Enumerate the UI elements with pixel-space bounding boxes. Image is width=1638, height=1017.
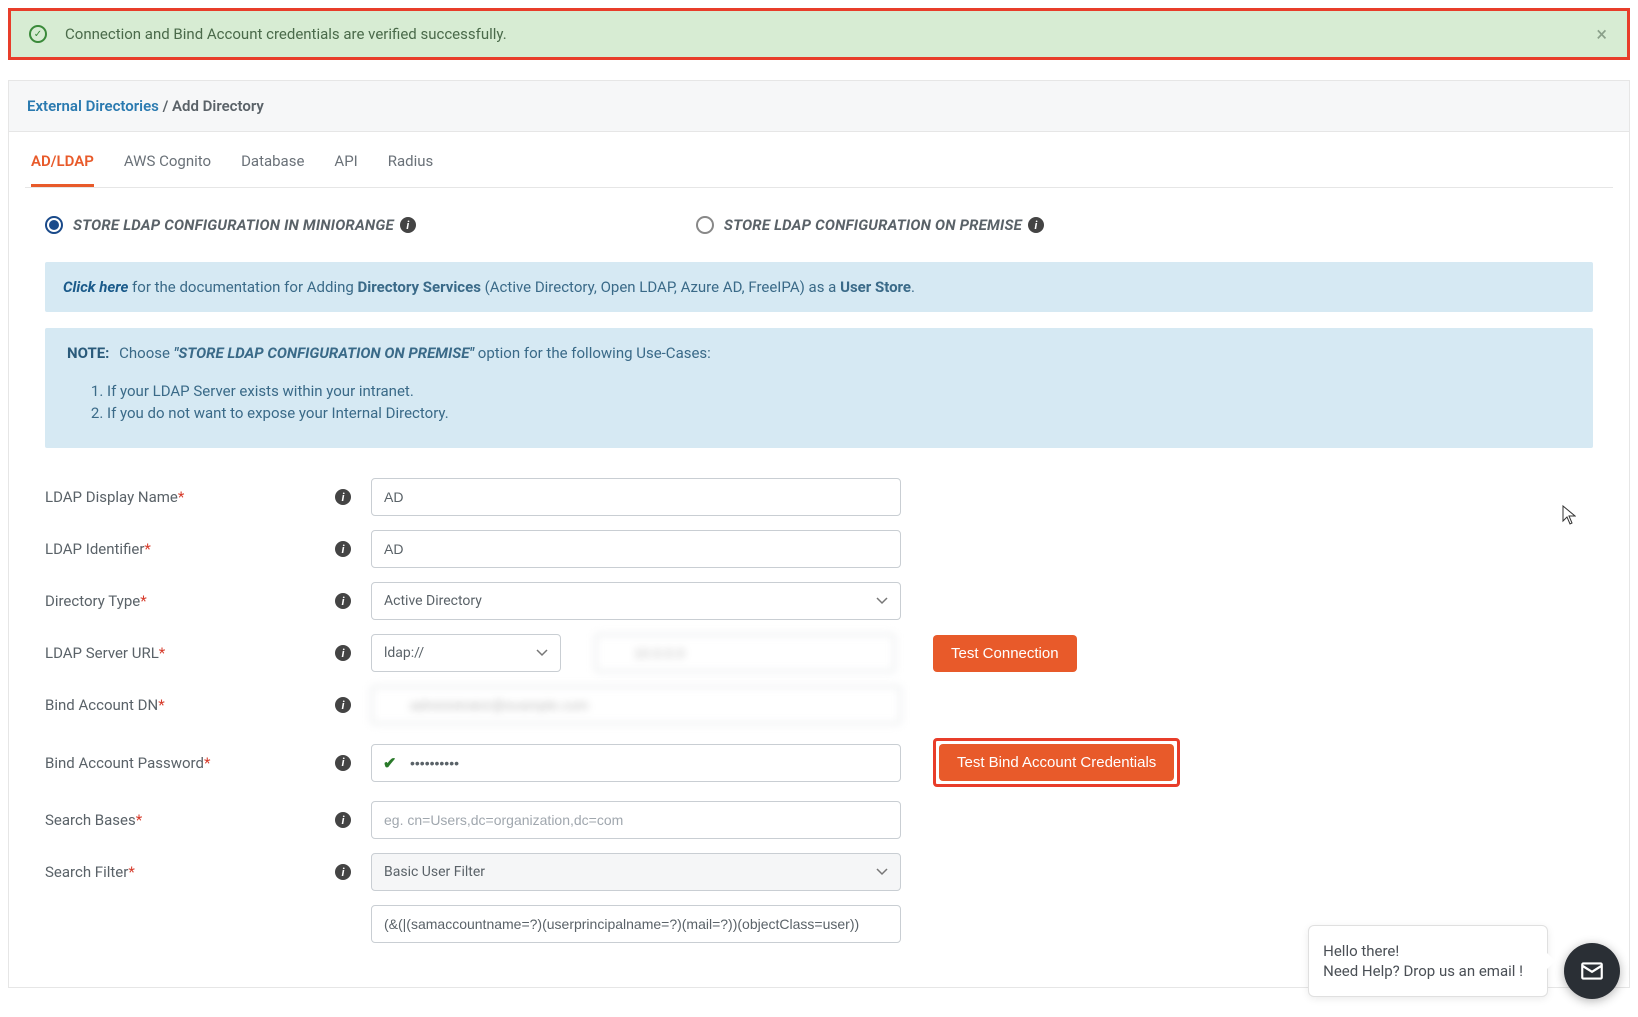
highlight-box: Test Bind Account Credentials: [933, 738, 1180, 787]
search-filter-query-input[interactable]: [371, 905, 901, 943]
note-box: NOTE: Choose "STORE LDAP CONFIGURATION O…: [45, 328, 1593, 448]
note-item-2: If you do not want to expose your Intern…: [107, 404, 1571, 422]
storage-radio-group: STORE LDAP CONFIGURATION IN MINIORANGE i…: [25, 188, 1613, 262]
info-icon[interactable]: i: [335, 645, 351, 661]
help-popover: Hello there! Need Help? Drop us an email…: [1308, 925, 1548, 997]
tab-radius[interactable]: Radius: [388, 132, 434, 187]
ldap-form: LDAP Display Name* i LDAP Identifier* i: [45, 478, 1593, 943]
label-search-filter: Search Filter*: [45, 863, 135, 881]
help-line-1: Hello there!: [1323, 942, 1523, 960]
label-identifier: LDAP Identifier*: [45, 540, 151, 558]
radio-miniorange[interactable]: [45, 216, 63, 234]
label-server-url: LDAP Server URL*: [45, 644, 165, 662]
info-icon[interactable]: i: [335, 864, 351, 880]
tab-aws-cognito[interactable]: AWS Cognito: [124, 132, 211, 187]
success-alert: ✓ Connection and Bind Account credential…: [8, 8, 1630, 60]
server-host-input[interactable]: [595, 634, 895, 672]
alert-message: Connection and Bind Account credentials …: [65, 25, 507, 43]
info-icon[interactable]: i: [1028, 217, 1044, 233]
mail-icon: [1579, 958, 1605, 984]
radio-miniorange-label: STORE LDAP CONFIGURATION IN MINIORANGE i: [73, 216, 416, 234]
info-icon[interactable]: i: [335, 489, 351, 505]
label-bind-password: Bind Account Password*: [45, 754, 210, 772]
radio-onprem-label: STORE LDAP CONFIGURATION ON PREMISE i: [724, 216, 1044, 234]
label-bind-dn: Bind Account DN*: [45, 696, 165, 714]
info-icon[interactable]: i: [335, 812, 351, 828]
label-directory-type: Directory Type*: [45, 592, 147, 610]
close-icon[interactable]: ×: [1596, 22, 1607, 46]
identifier-input[interactable]: [371, 530, 901, 568]
check-circle-icon: ✓: [29, 25, 47, 43]
display-name-input[interactable]: [371, 478, 901, 516]
tabs: AD/LDAP AWS Cognito Database API Radius: [25, 132, 1613, 188]
bind-password-input[interactable]: [371, 744, 901, 782]
info-icon[interactable]: i: [335, 697, 351, 713]
chat-fab[interactable]: [1564, 943, 1620, 999]
info-icon[interactable]: i: [400, 217, 416, 233]
radio-onprem[interactable]: [696, 216, 714, 234]
tab-adldap[interactable]: AD/LDAP: [31, 132, 94, 187]
doc-help-box: Click here for the documentation for Add…: [45, 262, 1593, 312]
directory-type-select[interactable]: Active Directory: [371, 582, 901, 620]
test-connection-button[interactable]: Test Connection: [933, 635, 1077, 672]
breadcrumb: External Directories / Add Directory: [9, 81, 1629, 132]
breadcrumb-separator: /: [163, 97, 172, 115]
main-panel: External Directories / Add Directory AD/…: [8, 80, 1630, 988]
info-icon[interactable]: i: [335, 541, 351, 557]
label-search-bases: Search Bases*: [45, 811, 142, 829]
search-bases-input[interactable]: [371, 801, 901, 839]
breadcrumb-root-link[interactable]: External Directories: [27, 97, 159, 115]
checkmark-icon: ✔: [383, 753, 396, 772]
tab-database[interactable]: Database: [241, 132, 304, 187]
test-bind-button[interactable]: Test Bind Account Credentials: [939, 744, 1174, 781]
help-line-2: Need Help? Drop us an email !: [1323, 962, 1523, 980]
click-here-link[interactable]: Click here: [63, 278, 128, 296]
tab-api[interactable]: API: [334, 132, 357, 187]
label-display-name: LDAP Display Name*: [45, 488, 184, 506]
breadcrumb-current: Add Directory: [172, 97, 264, 115]
note-item-1: If your LDAP Server exists within your i…: [107, 382, 1571, 400]
search-filter-type-select[interactable]: Basic User Filter: [371, 853, 901, 891]
info-icon[interactable]: i: [335, 755, 351, 771]
note-label: NOTE:: [67, 344, 109, 362]
protocol-select[interactable]: ldap://: [371, 634, 561, 672]
bind-dn-input[interactable]: [371, 686, 901, 724]
info-icon[interactable]: i: [335, 593, 351, 609]
